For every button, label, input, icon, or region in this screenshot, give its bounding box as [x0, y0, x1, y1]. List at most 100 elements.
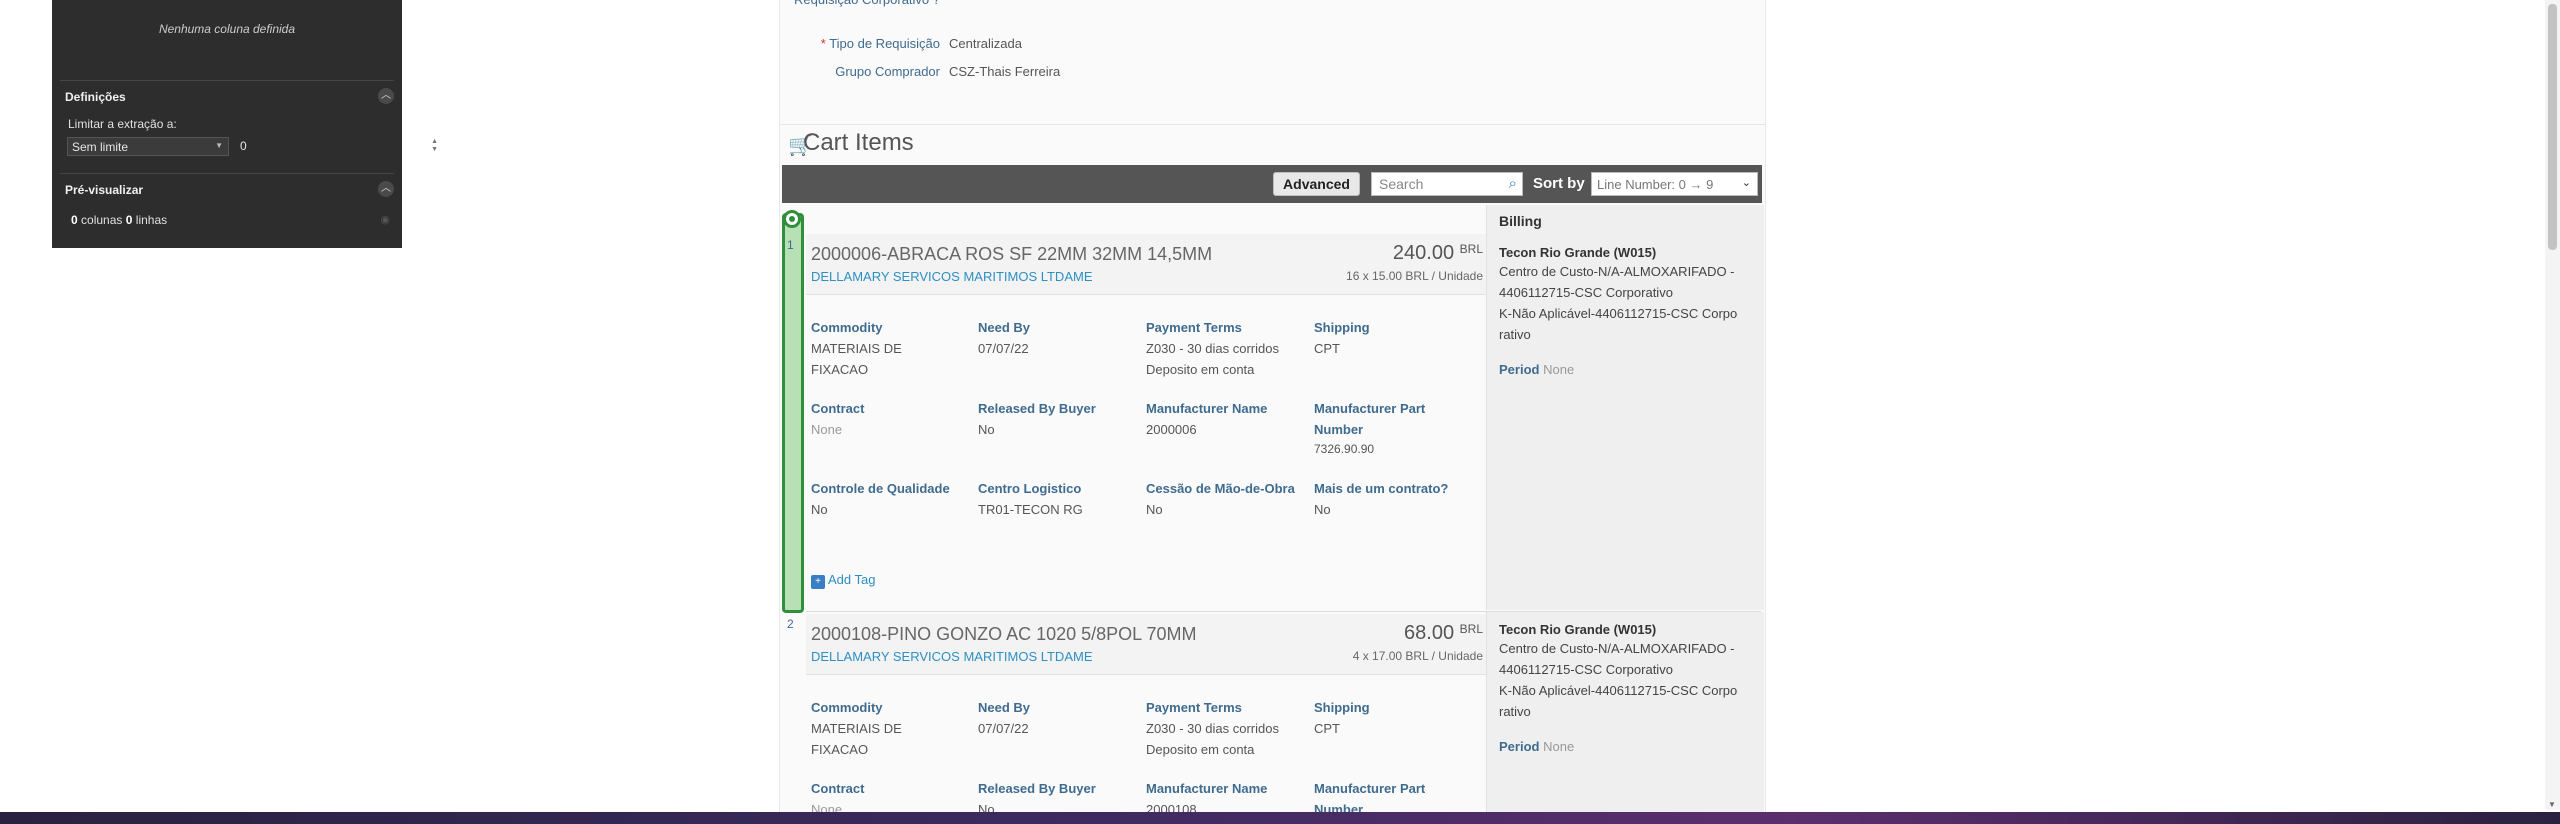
add-tag-label: Add Tag [828, 572, 876, 587]
limit-number-input[interactable]: 0 ▲ ▼ [236, 137, 444, 156]
search-icon[interactable]: ⌕ [1509, 175, 1517, 192]
item-unit-price: 16 x 15.00 BRL / Unidade [1346, 269, 1483, 283]
chevron-down-icon: ⌄ [1741, 177, 1751, 189]
item-price: 68.00 BRL [1404, 622, 1483, 645]
commodity-label: Commodity [811, 320, 883, 335]
definitions-heading: Definições [65, 90, 126, 104]
requisition-type-value: Centralizada [949, 36, 1022, 51]
scrollbar-thumb[interactable] [2548, 4, 2557, 250]
logistics-center-value: TR01-TECON RG [978, 502, 1083, 517]
released-by-buyer-value: No [978, 422, 995, 437]
line-selection-strip[interactable] [782, 213, 804, 613]
item-unit-price: 4 x 17.00 BRL / Unidade [1352, 649, 1483, 663]
buyer-group-value: CSZ-Thais Ferreira [949, 64, 1061, 79]
preview-heading: Pré-visualizar [65, 183, 144, 197]
rows-count: 0 [125, 213, 133, 227]
item-supplier-link[interactable]: DELLAMARY SERVICOS MARITIMOS LTDAME [811, 269, 1093, 284]
caret-down-icon: ▼ [215, 141, 223, 150]
search-placeholder: Search [1379, 176, 1424, 192]
requisition-type-label: * Tipo de Requisição [820, 36, 940, 51]
manufacturer-part-number-label: Manufacturer Part Number [1314, 401, 1426, 437]
cart-items-title: Cart Items [803, 129, 914, 156]
item-header: 2000108-PINO GONZO AC 1020 5/8POL 70MM D… [806, 614, 1486, 675]
price-currency: BRL [1459, 622, 1483, 636]
columns-label: colunas [81, 213, 123, 227]
item-title[interactable]: 2000108-PINO GONZO AC 1020 5/8POL 70MM [811, 624, 1197, 645]
contract-value: None [811, 422, 843, 437]
cart-item: 2000006-ABRACA ROS SF 22MM 32MM 14,5MM D… [806, 234, 1761, 610]
commodity-value: MATERIAIS DE FIXACAO [811, 721, 902, 757]
divider [60, 80, 394, 81]
shipping-value: CPT [1314, 721, 1340, 736]
divider [60, 173, 394, 174]
add-tag-link[interactable]: + Add Tag [811, 572, 875, 589]
payment-terms-value: Z030 - 30 dias corridos Deposito em cont… [1146, 721, 1279, 757]
collapse-definitions-chevron-up-icon[interactable]: ︿ [378, 88, 394, 104]
need-by-label: Need By [978, 700, 1031, 715]
billing-header: Billing [1499, 213, 1542, 229]
item-divider [806, 611, 1761, 612]
taskbar-strip [0, 812, 2560, 824]
price-amount: 240.00 [1392, 242, 1455, 264]
section-divider [780, 124, 1765, 125]
contract-label: Contract [811, 401, 865, 416]
labor-assignment-label: Cessão de Mão-de-Obra [1146, 481, 1295, 496]
shipping-label: Shipping [1314, 320, 1370, 335]
columns-count: 0 [71, 213, 78, 227]
requisition-type-label-text: Tipo de Requisição [829, 36, 940, 51]
select-all-radio[interactable] [783, 210, 801, 228]
commodity-label: Commodity [811, 700, 883, 715]
limit-select-value: Sem limite [72, 140, 129, 154]
collapse-preview-chevron-up-icon[interactable]: ︿ [378, 181, 394, 197]
manufacturer-name-value: 2000006 [1146, 422, 1197, 437]
no-columns-message: Nenhuma coluna definida [158, 22, 296, 36]
rows-label: linhas [135, 213, 168, 227]
price-amount: 68.00 [1404, 622, 1455, 644]
multi-contract-value: No [1314, 502, 1331, 517]
limit-number-value: 0 [240, 139, 247, 153]
cart-toolbar: Advanced Search ⌕ Sort by Line Number: 0… [782, 165, 1762, 203]
labor-assignment-value: No [1146, 502, 1163, 517]
sort-select[interactable]: Line Number: 0 → 9 ⌄ [1591, 172, 1758, 196]
page-scrollbar[interactable] [2545, 0, 2560, 810]
requisition-page: Requisição Corporativo ? * Tipo de Requi… [779, 0, 1766, 824]
payment-terms-value: Z030 - 30 dias corridos Deposito em cont… [1146, 341, 1279, 377]
shipping-value: CPT [1314, 341, 1340, 356]
item-header: 2000006-ABRACA ROS SF 22MM 32MM 14,5MM D… [806, 234, 1486, 295]
export-settings-panel: Nenhuma coluna definida Definições ︿ Lim… [52, 0, 438, 248]
multi-contract-label: Mais de um contrato? [1314, 481, 1449, 496]
quality-control-value: No [811, 502, 828, 517]
advanced-button[interactable]: Advanced [1273, 172, 1360, 196]
payment-terms-label: Payment Terms [1146, 700, 1242, 715]
cart-item: 2000108-PINO GONZO AC 1020 5/8POL 70MM D… [806, 614, 1761, 824]
sort-by-label: Sort by [1533, 175, 1585, 192]
line-number: 1 [787, 238, 794, 252]
corporate-requisition-label: Requisição Corporativo ? [780, 0, 940, 8]
item-price: 240.00 BRL [1393, 242, 1483, 265]
manufacturer-name-label: Manufacturer Name [1146, 401, 1268, 416]
line-number: 2 [787, 617, 794, 631]
preview-summary: 0 colunas 0 linhas [71, 213, 167, 227]
need-by-label: Need By [978, 320, 1031, 335]
commodity-value: MATERIAIS DE FIXACAO [811, 341, 902, 377]
released-by-buyer-label: Released By Buyer [978, 401, 1096, 416]
spinner-icon[interactable]: ▲ ▼ [431, 138, 438, 154]
logistics-center-label: Centro Logistico [978, 481, 1082, 496]
need-by-value: 07/07/22 [978, 341, 1029, 356]
eye-icon[interactable]: ◉ [380, 213, 390, 226]
need-by-value: 07/07/22 [978, 721, 1029, 736]
payment-terms-label: Payment Terms [1146, 320, 1242, 335]
tag-icon: + [811, 575, 825, 589]
sort-select-value: Line Number: 0 → 9 [1597, 177, 1714, 192]
scroll-down-arrow-icon[interactable]: ▼ [2548, 800, 2556, 809]
buyer-group-label: Grupo Comprador [835, 64, 940, 79]
manufacturer-part-number-value: 7326.90.90 [1314, 442, 1375, 456]
item-supplier-link[interactable]: DELLAMARY SERVICOS MARITIMOS LTDAME [811, 649, 1093, 664]
quality-control-label: Controle de Qualidade [811, 481, 950, 496]
search-input[interactable]: Search ⌕ [1371, 172, 1523, 196]
limit-select[interactable]: Sem limite ▼ [67, 137, 229, 156]
price-currency: BRL [1459, 242, 1483, 256]
shipping-label: Shipping [1314, 700, 1370, 715]
released-by-buyer-label: Released By Buyer [978, 781, 1096, 796]
item-title[interactable]: 2000006-ABRACA ROS SF 22MM 32MM 14,5MM [811, 244, 1212, 265]
